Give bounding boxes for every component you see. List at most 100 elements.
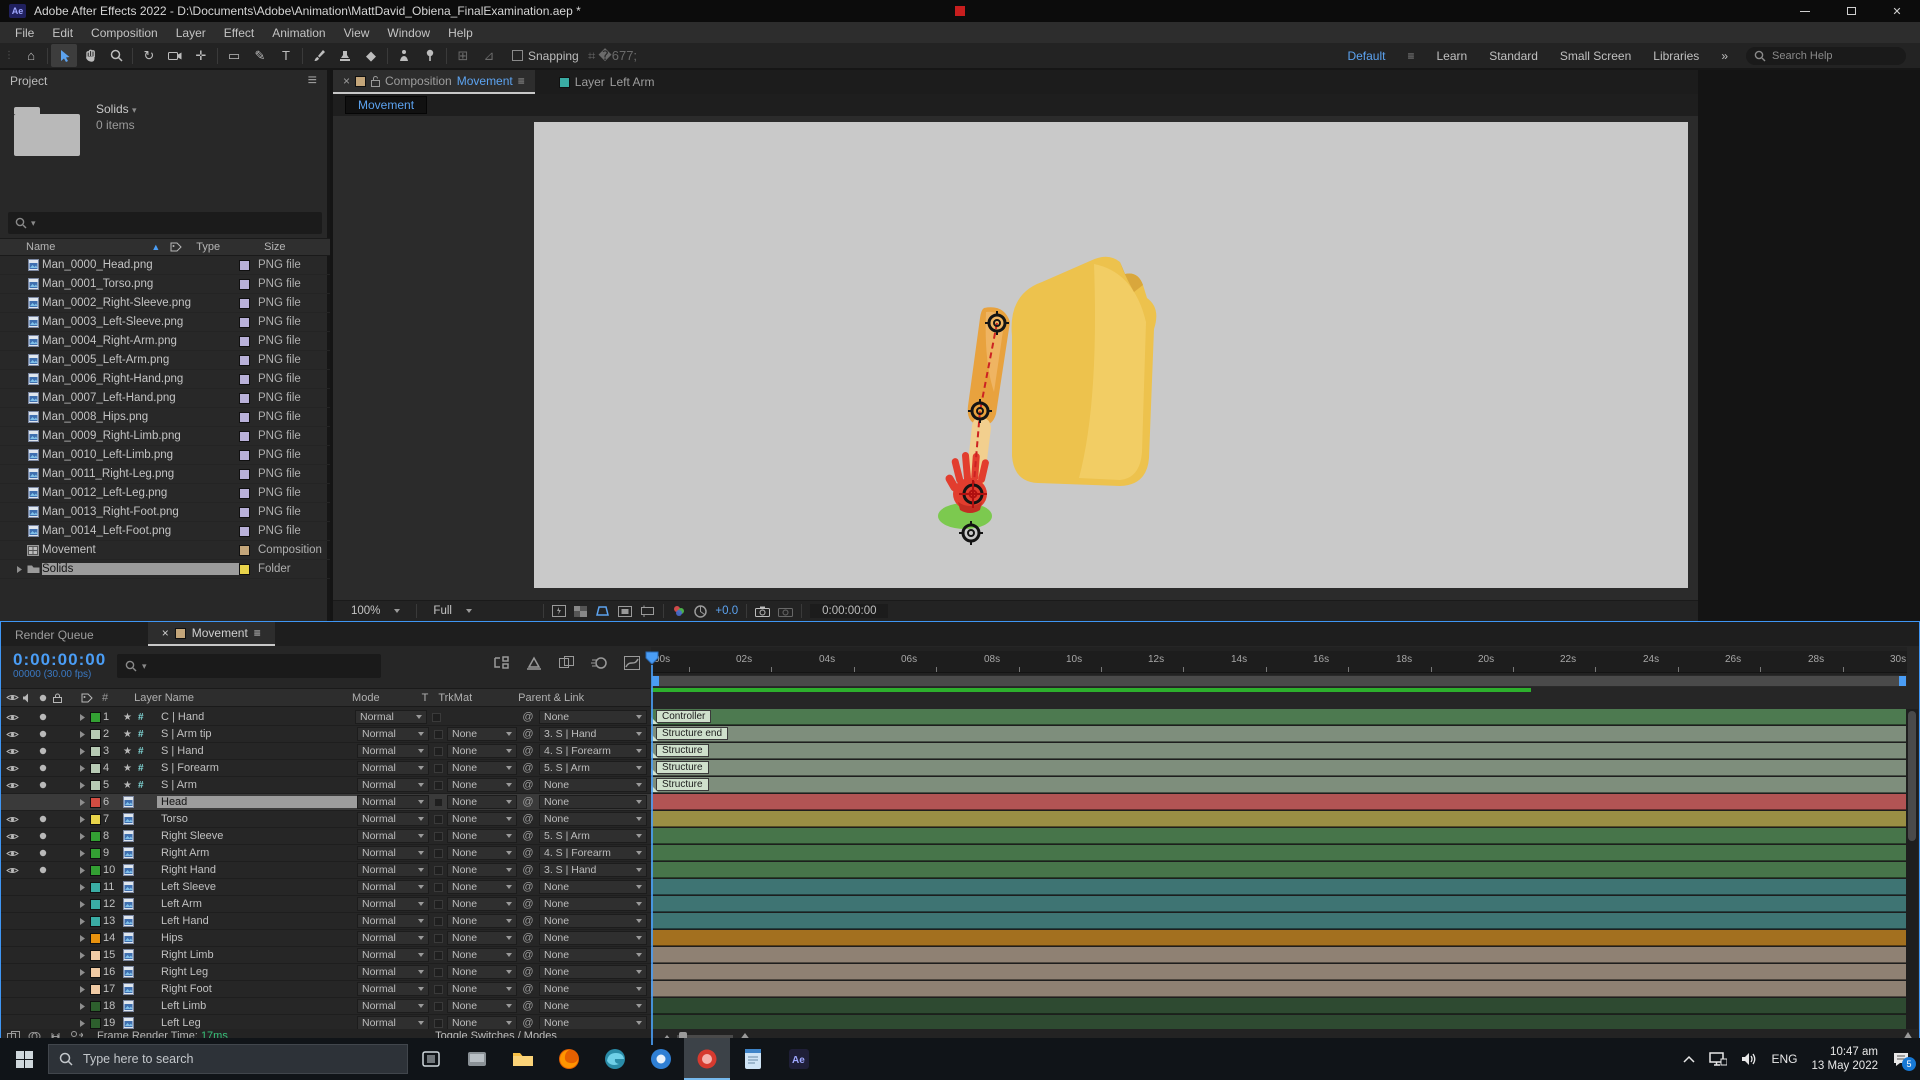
timeline-search-input[interactable]: ▾ (117, 654, 381, 678)
parent-link-dropdown[interactable]: None (539, 897, 647, 911)
label-color-chip[interactable] (239, 431, 250, 442)
layer-row-4[interactable]: 4★#S | ForearmNormalNone@5. S | ArmStruc… (1, 760, 1907, 777)
workspace-overflow-icon[interactable]: » (1721, 49, 1728, 63)
project-item-man-0014-left-foot-png[interactable]: Man_0014_Left-Foot.pngPNG file (0, 522, 330, 541)
close-icon[interactable]: × (343, 74, 350, 88)
project-item-solids[interactable]: SolidsFolder (0, 560, 330, 579)
zoom-tool-icon[interactable] (103, 44, 129, 67)
transparency-grid-icon[interactable] (574, 606, 587, 617)
layer-name[interactable]: Left Hand (157, 915, 357, 927)
parent-link-dropdown[interactable]: 5. S | Arm (539, 829, 647, 843)
pickwhip-icon[interactable]: @ (517, 1000, 539, 1012)
layer-color-chip[interactable] (90, 984, 101, 995)
label-color-chip[interactable] (239, 450, 250, 461)
tab-layer-left-arm[interactable]: Layer Left Arm (549, 70, 665, 94)
expand-arrow-icon[interactable] (75, 985, 90, 994)
label-color-chip[interactable] (239, 469, 250, 480)
pickwhip-icon[interactable]: @ (517, 966, 539, 978)
mask-visibility-icon[interactable] (595, 605, 610, 617)
current-timecode[interactable]: 0:00:00:00 (13, 650, 106, 670)
expand-arrow-icon[interactable] (75, 1019, 90, 1028)
layer-color-chip[interactable] (90, 1018, 101, 1029)
trkmat-dropdown[interactable]: None (447, 880, 517, 894)
layer-name[interactable]: S | Hand (157, 745, 357, 757)
label-color-chip[interactable] (239, 260, 250, 271)
expand-arrow-icon[interactable] (75, 934, 90, 943)
blend-mode-dropdown[interactable]: Normal (357, 812, 429, 826)
layer-row-14[interactable]: 14HipsNormalNone@None (1, 930, 1907, 947)
selection-tool-icon[interactable] (51, 44, 77, 67)
shape-tool-icon[interactable]: ▭ (221, 44, 247, 67)
layer-duration-bar[interactable] (651, 913, 1907, 929)
preview-item-name[interactable]: Solids (96, 102, 129, 116)
layer-duration-bar[interactable] (651, 981, 1907, 997)
layer-duration-bar[interactable]: Controller (651, 709, 1907, 725)
expander-icon[interactable] (14, 565, 24, 574)
t-switch[interactable] (429, 849, 447, 858)
pickwhip-icon[interactable]: @ (517, 932, 539, 944)
layer-duration-bar[interactable]: Structure (651, 777, 1907, 793)
expand-arrow-icon[interactable] (75, 968, 90, 977)
parent-link-dropdown[interactable]: None (539, 948, 647, 962)
solo-switch[interactable] (35, 815, 50, 823)
pickwhip-icon[interactable]: @ (517, 830, 539, 842)
work-area-end-handle[interactable] (1899, 676, 1906, 686)
parent-link-dropdown[interactable]: None (539, 1016, 647, 1029)
layer-row-13[interactable]: 13Left HandNormalNone@None (1, 913, 1907, 930)
t-switch[interactable] (429, 815, 447, 824)
layer-name[interactable]: Left Limb (157, 1000, 357, 1012)
minimize-button[interactable] (1782, 0, 1828, 22)
expand-arrow-icon[interactable] (75, 883, 90, 892)
project-column-headers[interactable]: Name ▲ Type Size (0, 238, 330, 256)
layer-name[interactable]: S | Forearm (157, 762, 357, 774)
puppet-pin-tool-icon[interactable] (417, 44, 443, 67)
taskbar-clock[interactable]: 10:47 am 13 May 2022 (1812, 1045, 1879, 1073)
t-switch[interactable] (429, 951, 447, 960)
parent-link-dropdown[interactable]: None (539, 778, 647, 792)
trkmat-dropdown[interactable]: None (447, 812, 517, 826)
blend-mode-dropdown[interactable]: Normal (357, 931, 429, 945)
pickwhip-icon[interactable]: @ (517, 745, 539, 757)
layer-row-18[interactable]: 18Left LimbNormalNone@None (1, 998, 1907, 1015)
t-switch[interactable] (429, 832, 447, 841)
blend-mode-dropdown[interactable]: Normal (357, 863, 429, 877)
blend-mode-dropdown[interactable]: Normal (357, 897, 429, 911)
parent-link-dropdown[interactable]: 3. S | Hand (539, 863, 647, 877)
layer-duration-bar[interactable] (651, 828, 1907, 844)
menu-layer[interactable]: Layer (167, 24, 215, 42)
t-switch[interactable] (429, 968, 447, 977)
volume-icon[interactable] (1741, 1052, 1757, 1066)
parent-link-dropdown[interactable]: None (539, 880, 647, 894)
language-indicator[interactable]: ENG (1771, 1052, 1797, 1066)
layer-color-chip[interactable] (90, 712, 101, 723)
parent-link-dropdown[interactable]: 5. S | Arm (539, 761, 647, 775)
help-search-box[interactable]: Search Help (1746, 47, 1906, 65)
layer-color-chip[interactable] (90, 763, 101, 774)
motion-blur-icon[interactable] (591, 656, 607, 670)
blend-mode-dropdown[interactable]: Normal (357, 727, 429, 741)
layer-row-11[interactable]: 11Left SleeveNormalNone@None (1, 879, 1907, 896)
label-color-chip[interactable] (239, 488, 250, 499)
snap-option2-icon[interactable]: �677; (605, 44, 631, 67)
expand-arrow-icon[interactable] (75, 730, 90, 739)
composition-canvas[interactable] (534, 122, 1688, 588)
column-size[interactable]: Size (264, 241, 285, 253)
video-switch[interactable] (5, 713, 20, 722)
layer-row-5[interactable]: 5★#S | ArmNormalNone@NoneStructure (1, 777, 1907, 794)
layer-duration-bar[interactable] (651, 862, 1907, 878)
graph-editor-icon[interactable] (624, 656, 640, 670)
panel-menu-icon[interactable]: ≡ (518, 74, 525, 88)
viewer-timecode[interactable]: 0:00:00:00 (810, 604, 888, 618)
blend-mode-dropdown[interactable]: Normal (355, 710, 427, 724)
pickwhip-icon[interactable]: @ (517, 711, 539, 723)
view-options-icon[interactable] (640, 605, 655, 617)
layer-name[interactable]: Hips (157, 932, 357, 944)
trkmat-dropdown[interactable]: None (447, 761, 517, 775)
trkmat-dropdown[interactable]: None (447, 965, 517, 979)
network-icon[interactable] (1709, 1052, 1727, 1066)
t-switch[interactable] (429, 730, 447, 739)
layer-name[interactable]: Right Leg (157, 966, 357, 978)
project-item-man-0008-hips-png[interactable]: Man_0008_Hips.pngPNG file (0, 408, 330, 427)
task-view-button[interactable] (408, 1038, 454, 1080)
workspace-learn[interactable]: Learn (1437, 49, 1468, 63)
